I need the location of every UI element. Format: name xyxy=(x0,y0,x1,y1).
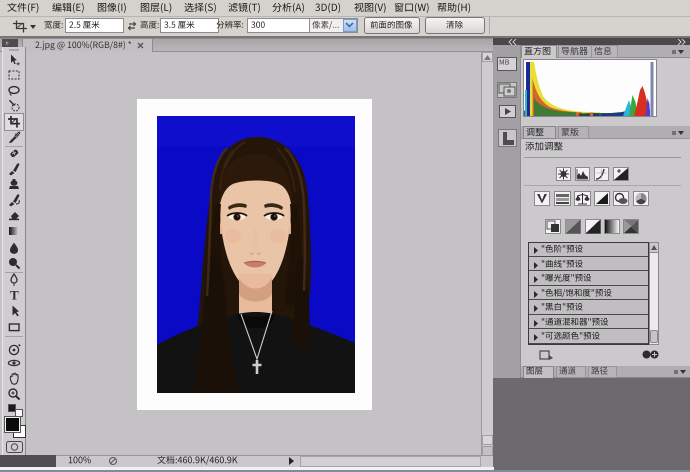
svg-text:T: T xyxy=(10,288,19,302)
